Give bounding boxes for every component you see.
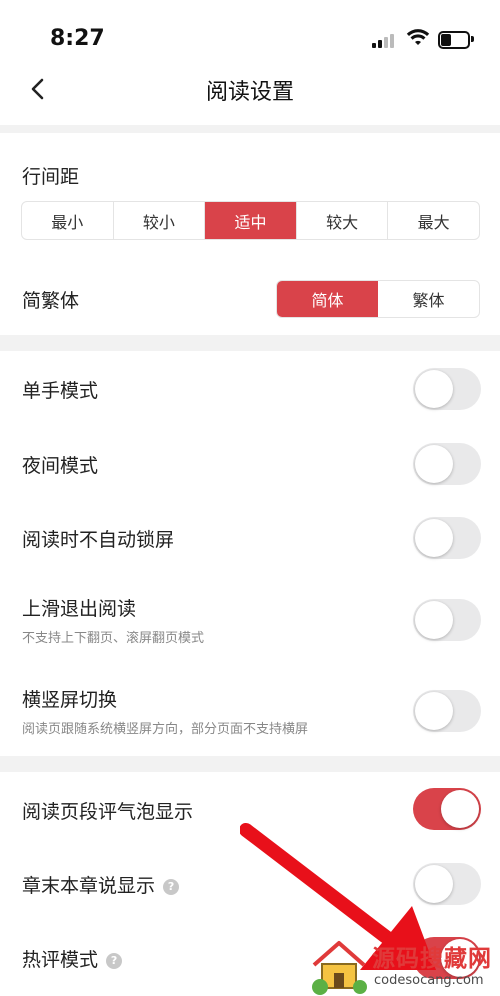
setting-label: 夜间模式 xyxy=(22,455,99,477)
setting-label: 上滑退出阅读 xyxy=(22,598,137,620)
setting-label-text: 热评模式 xyxy=(22,949,99,971)
line-spacing-option-largest[interactable]: 最大 xyxy=(388,202,479,239)
setting-label: 单手模式 xyxy=(22,380,99,402)
house-logo-icon xyxy=(312,941,367,995)
script-label: 简繁体 xyxy=(22,290,80,312)
cellular-signal-icon xyxy=(372,32,398,48)
section-divider xyxy=(0,756,500,772)
help-icon[interactable]: ? xyxy=(106,952,123,969)
line-spacing-option-smallest[interactable]: 最小 xyxy=(22,202,114,239)
page-title: 阅读设置 xyxy=(205,80,294,105)
script-option-simplified[interactable]: 简体 xyxy=(277,281,378,317)
watermark-url: codesocang.com xyxy=(374,973,484,988)
setting-label: 横竖屏切换 xyxy=(22,689,118,711)
status-time: 8:27 xyxy=(50,26,105,51)
one-hand-mode-toggle[interactable] xyxy=(413,368,481,410)
line-spacing-selector: 最小 较小 适中 较大 最大 xyxy=(21,201,480,240)
line-spacing-option-small[interactable]: 较小 xyxy=(114,202,206,239)
help-icon[interactable]: ? xyxy=(163,878,180,895)
setting-subtitle: 阅读页跟随系统横竖屏方向，部分页面不支持横屏 xyxy=(22,722,309,737)
paragraph-comment-bubble-toggle[interactable] xyxy=(413,788,481,830)
section-divider xyxy=(0,335,500,351)
nav-bar: 阅读设置 xyxy=(0,60,500,120)
battery-icon xyxy=(438,31,474,49)
watermark: 源码搜藏网 codesocang.com xyxy=(302,935,500,996)
setting-label: 章末本章说显示? xyxy=(22,871,180,898)
setting-label: 阅读时不自动锁屏 xyxy=(22,529,175,551)
orientation-switch-toggle[interactable] xyxy=(413,690,481,732)
chapter-end-comment-toggle[interactable] xyxy=(413,863,481,905)
setting-subtitle: 不支持上下翻页、滚屏翻页模式 xyxy=(22,631,205,646)
night-mode-toggle[interactable] xyxy=(413,443,481,485)
line-spacing-option-medium[interactable]: 适中 xyxy=(205,202,297,239)
setting-label: 热评模式? xyxy=(22,945,123,972)
keep-screen-on-toggle[interactable] xyxy=(413,517,481,559)
wifi-icon xyxy=(406,29,430,45)
line-spacing-label: 行间距 xyxy=(22,166,80,188)
section-divider xyxy=(0,125,500,133)
setting-label-text: 章末本章说显示 xyxy=(22,875,156,897)
watermark-title: 源码搜藏网 xyxy=(372,946,492,972)
swipe-up-exit-toggle[interactable] xyxy=(413,599,481,641)
script-option-traditional[interactable]: 繁体 xyxy=(378,281,479,317)
setting-label: 阅读页段评气泡显示 xyxy=(22,801,194,823)
script-selector: 简体 繁体 xyxy=(276,280,480,318)
line-spacing-option-large[interactable]: 较大 xyxy=(297,202,389,239)
